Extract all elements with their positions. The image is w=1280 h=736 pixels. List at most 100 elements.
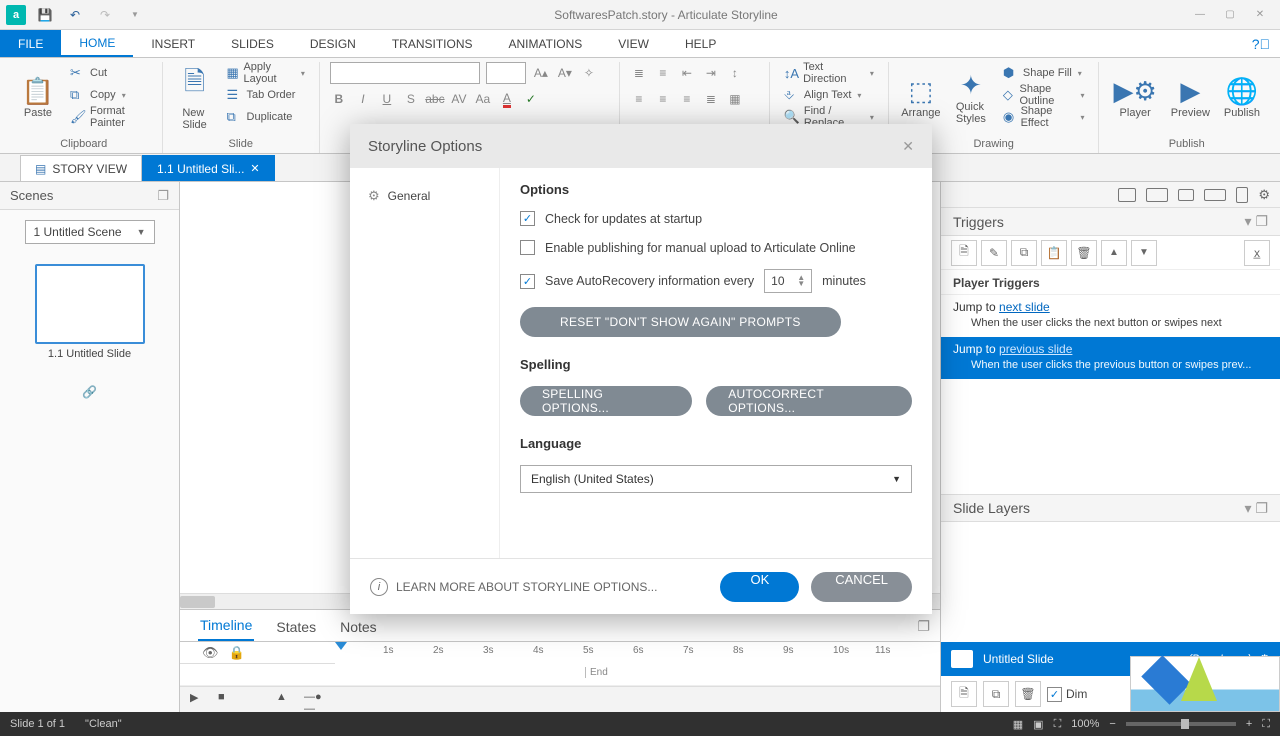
tab-insert[interactable]: INSERT — [133, 30, 213, 57]
text-direction-button[interactable]: ↕AText Direction▾ — [780, 62, 878, 84]
highlight-icon[interactable]: AV — [450, 90, 468, 108]
paste-button[interactable]: 📋Paste — [16, 62, 60, 132]
font-color-icon[interactable]: A — [498, 90, 516, 108]
check-updates-option[interactable]: ✓Check for updates at startup — [520, 211, 912, 226]
device-laptop-icon[interactable] — [1146, 188, 1168, 202]
zoom-fit-icon[interactable]: ⛶ — [1262, 718, 1270, 731]
qat-undo-icon[interactable]: ↶ — [64, 4, 86, 26]
new-trigger-button[interactable]: 🗎 — [951, 240, 977, 266]
close-icon[interactable]: ✕ — [250, 162, 259, 175]
copy-button[interactable]: ⧉Copy▾ — [66, 84, 152, 106]
format-painter-button[interactable]: 🖌Format Painter — [66, 106, 152, 128]
align-text-button[interactable]: ⎀Align Text▾ — [780, 84, 878, 106]
new-slide-button[interactable]: 🗎New Slide — [173, 62, 217, 132]
tab-order-button[interactable]: ☰Tab Order — [223, 84, 309, 106]
qat-save-icon[interactable]: 💾 — [34, 4, 56, 26]
learn-more-link[interactable]: iLEARN MORE ABOUT STORYLINE OPTIONS... — [370, 578, 657, 596]
shape-fill-button[interactable]: ⬢Shape Fill▾ — [999, 62, 1089, 84]
ok-button[interactable]: OK — [720, 572, 799, 602]
slide-thumbnail[interactable] — [35, 264, 145, 344]
font-combo[interactable] — [330, 62, 480, 84]
move-up-button[interactable]: ▲ — [1101, 240, 1127, 266]
maximize-button[interactable]: ▢ — [1216, 5, 1244, 25]
font-size-combo[interactable] — [486, 62, 526, 84]
tab-story-view[interactable]: ▤STORY VIEW — [20, 155, 142, 181]
panel-restore-icon[interactable]: ❐ — [907, 612, 940, 641]
gear-icon[interactable]: ⚙ — [1258, 187, 1270, 203]
columns-icon[interactable]: ▦ — [726, 90, 744, 108]
bullets-icon[interactable]: ≣ — [630, 64, 648, 82]
edit-trigger-button[interactable]: ✎ — [981, 240, 1007, 266]
autorecovery-minutes-input[interactable]: 10▲▼ — [764, 269, 812, 293]
close-button[interactable]: ✕ — [1246, 5, 1274, 25]
timeline-ruler[interactable]: 1s2s 3s4s 5s6s 7s8s 9s10s 11s — [335, 642, 940, 664]
italic-icon[interactable]: I — [354, 90, 372, 108]
variables-button[interactable]: x̲ — [1244, 240, 1270, 266]
publish-online-option[interactable]: Enable publishing for manual upload to A… — [520, 240, 912, 255]
tab-states[interactable]: States — [274, 613, 318, 641]
minimize-button[interactable]: — — [1186, 5, 1214, 25]
paste-trigger-button[interactable]: 📋 — [1041, 240, 1067, 266]
autorecovery-option[interactable]: ✓Save AutoRecovery information every 10▲… — [520, 269, 912, 293]
playhead-icon[interactable] — [335, 642, 347, 656]
quick-styles-button[interactable]: ✦Quick Styles — [949, 62, 993, 132]
zoom-out-icon[interactable]: ▲ — [276, 691, 294, 709]
shape-effect-button[interactable]: ◉Shape Effect▾ — [999, 106, 1089, 128]
qat-customize-icon[interactable]: ▼ — [124, 4, 146, 26]
change-case-icon[interactable]: Aa — [474, 90, 492, 108]
clear-format-icon[interactable]: ✧ — [580, 64, 598, 82]
align-left-icon[interactable]: ≡ — [630, 90, 648, 108]
qat-redo-icon[interactable]: ↷ — [94, 4, 116, 26]
spelling-options-button[interactable]: SPELLING OPTIONS... — [520, 386, 692, 416]
apply-layout-button[interactable]: ▦Apply Layout▾ — [223, 62, 309, 84]
tab-design[interactable]: DESIGN — [292, 30, 374, 57]
reset-prompts-button[interactable]: RESET "DON'T SHOW AGAIN" PROMPTS — [520, 307, 841, 337]
tab-file[interactable]: FILE — [0, 30, 61, 57]
shrink-font-icon[interactable]: A▾ — [556, 64, 574, 82]
zoom-out-icon[interactable]: − — [1109, 718, 1115, 730]
trigger-item-selected[interactable]: Jump to previous slide When the user cli… — [941, 337, 1280, 379]
move-down-button[interactable]: ▼ — [1131, 240, 1157, 266]
shape-outline-button[interactable]: ◇Shape Outline▾ — [999, 84, 1089, 106]
tab-view[interactable]: VIEW — [600, 30, 667, 57]
delete-layer-button[interactable]: 🗑 — [1015, 681, 1041, 707]
strike-icon[interactable]: abc — [426, 90, 444, 108]
align-right-icon[interactable]: ≡ — [678, 90, 696, 108]
new-layer-button[interactable]: 🗎 — [951, 681, 977, 707]
play-icon[interactable]: ▶ — [190, 691, 208, 709]
language-select[interactable]: English (United States)▼ — [520, 465, 912, 493]
underline-icon[interactable]: U — [378, 90, 396, 108]
tab-slides[interactable]: SLIDES — [213, 30, 292, 57]
copy-trigger-button[interactable]: ⧉ — [1011, 240, 1037, 266]
increase-indent-icon[interactable]: ⇥ — [702, 64, 720, 82]
preview-button[interactable]: ▶Preview — [1167, 62, 1214, 132]
tab-notes[interactable]: Notes — [338, 613, 379, 641]
tab-timeline[interactable]: Timeline — [198, 611, 254, 641]
tab-transitions[interactable]: TRANSITIONS — [374, 30, 491, 57]
tab-help[interactable]: HELP — [667, 30, 734, 57]
restore-icon[interactable]: ❐ — [157, 188, 169, 204]
duplicate-button[interactable]: ⧉Duplicate — [223, 106, 309, 128]
tab-home[interactable]: HOME — [61, 30, 133, 57]
trigger-link[interactable]: previous slide — [999, 342, 1072, 356]
lock-icon[interactable]: 🔒 — [229, 645, 245, 661]
trigger-item[interactable]: Jump to next slide When the user clicks … — [941, 295, 1280, 337]
decrease-indent-icon[interactable]: ⇤ — [678, 64, 696, 82]
shadow-icon[interactable]: S — [402, 90, 420, 108]
scene-selector[interactable]: 1 Untitled Scene▼ — [25, 220, 155, 244]
end-marker[interactable]: End — [585, 667, 608, 678]
help-icon[interactable]: ?⃝ — [1242, 30, 1280, 57]
visibility-icon[interactable]: 👁 — [202, 645, 219, 661]
device-phone-icon[interactable] — [1236, 187, 1248, 203]
view-fit-icon[interactable]: ⛶ — [1054, 718, 1062, 731]
view-normal-icon[interactable]: ▣ — [1033, 718, 1043, 731]
publish-button[interactable]: 🌐Publish — [1220, 62, 1264, 132]
delete-trigger-button[interactable]: 🗑 — [1071, 240, 1097, 266]
tab-slide[interactable]: 1.1 Untitled Sli...✕ — [142, 155, 275, 181]
tab-animations[interactable]: ANIMATIONS — [491, 30, 601, 57]
spellcheck-icon[interactable]: ✓ — [522, 90, 540, 108]
stop-icon[interactable]: ■ — [218, 691, 236, 709]
duplicate-layer-button[interactable]: ⧉ — [983, 681, 1009, 707]
nav-general[interactable]: ⚙General — [350, 182, 499, 210]
align-center-icon[interactable]: ≡ — [654, 90, 672, 108]
